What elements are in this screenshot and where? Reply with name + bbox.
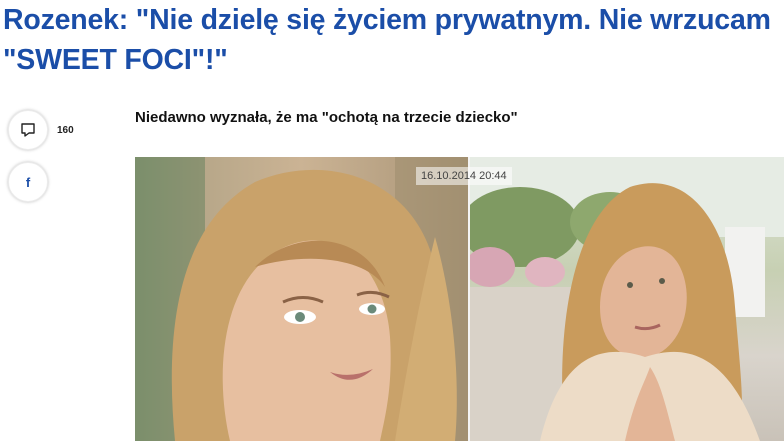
comment-icon: [21, 123, 35, 137]
comments-button[interactable]: [8, 110, 48, 150]
facebook-share-button[interactable]: f: [8, 162, 48, 202]
comments-count: 160: [57, 124, 74, 136]
portrait-closeup: [135, 157, 468, 441]
photo-right-garden: [470, 157, 784, 441]
article-photo[interactable]: 16.10.2014 20:44: [135, 157, 784, 441]
comments-row: 160: [8, 110, 98, 150]
article-title: Rozenek: "Nie dzielę się życiem prywatny…: [3, 4, 771, 76]
share-bar: 160 f: [8, 110, 98, 214]
article-lead: Niedawno wyznała, że ma "ochotą na trzec…: [135, 109, 518, 126]
facebook-icon: f: [25, 174, 31, 190]
facebook-row: f: [8, 162, 98, 202]
portrait-garden: [470, 157, 784, 441]
photo-left-closeup: [135, 157, 468, 441]
photo-timestamp: 16.10.2014 20:44: [416, 167, 512, 185]
